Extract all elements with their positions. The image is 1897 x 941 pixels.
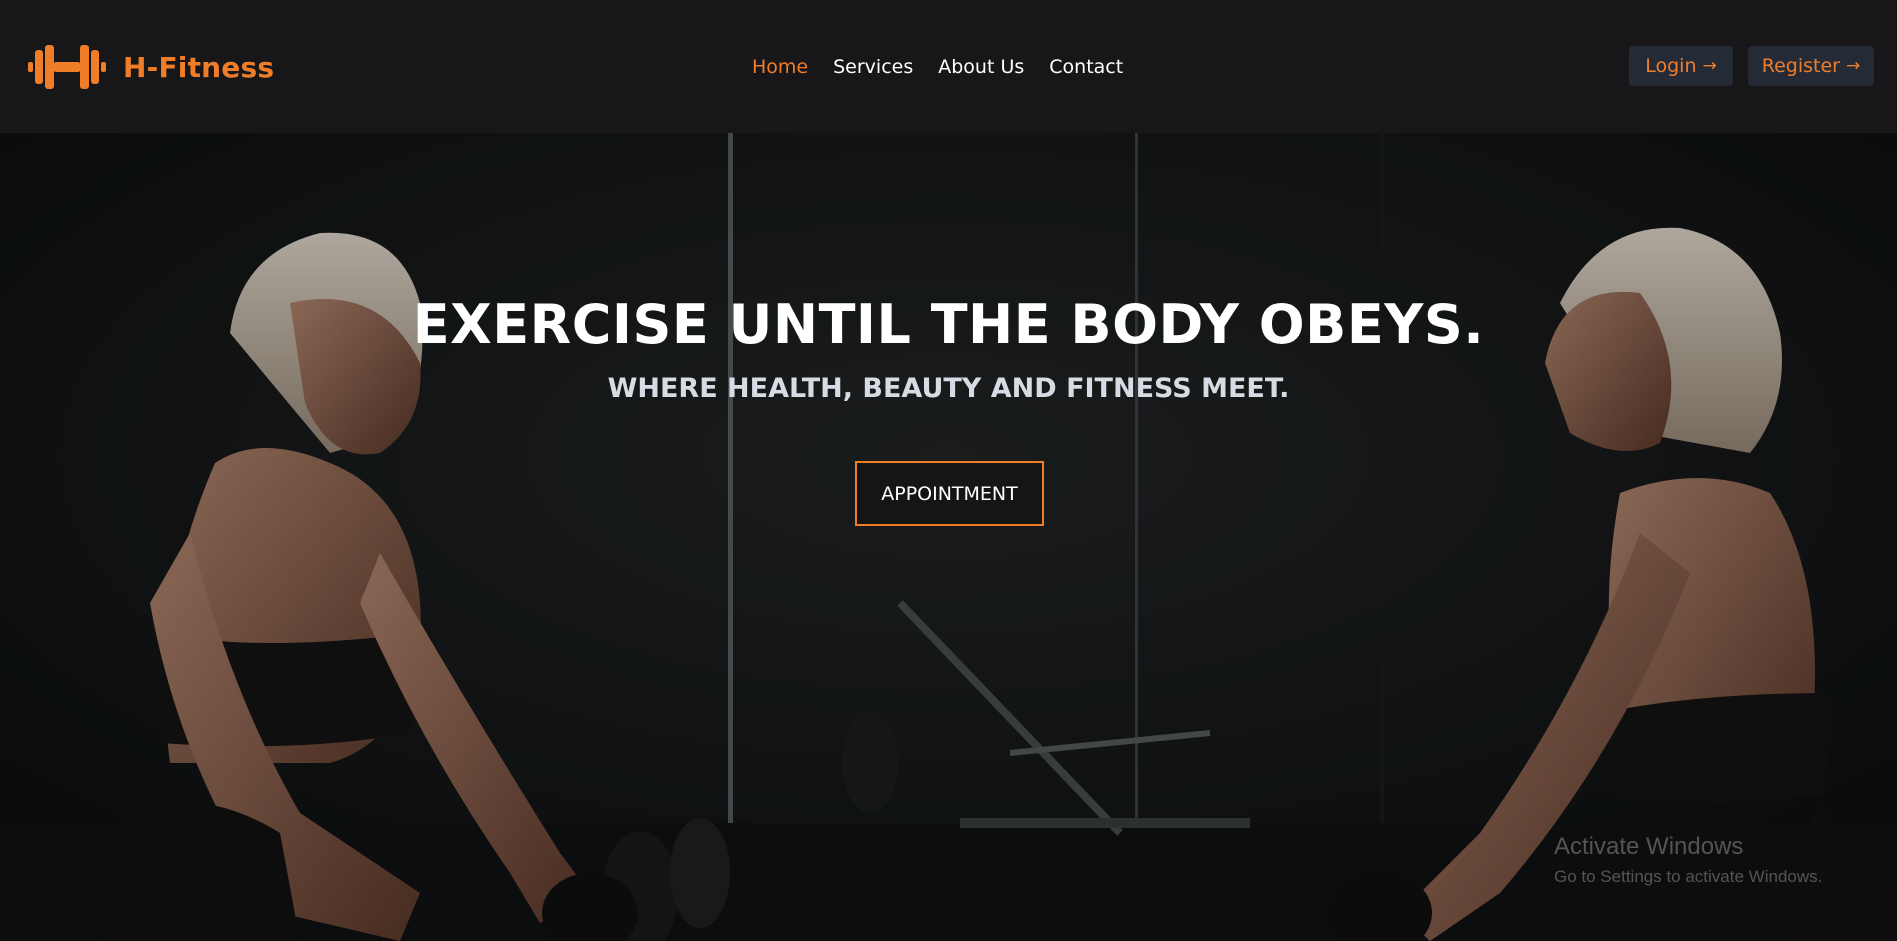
arrow-right-icon: → <box>1702 56 1717 76</box>
hero-section: EXERCISE UNTIL THE BODY OBEYS. WHERE HEA… <box>0 133 1897 941</box>
navbar: H-Fitness Home Services About Us Contact… <box>0 0 1897 133</box>
watermark-title: Activate Windows <box>1554 833 1744 860</box>
activate-windows-watermark: Activate Windows Go to Settings to activ… <box>1554 833 1822 887</box>
nav-item-services[interactable]: Services <box>833 56 913 78</box>
main-nav: Home Services About Us Contact <box>752 52 1123 82</box>
nav-item-contact[interactable]: Contact <box>1049 56 1123 78</box>
hero-background-image <box>0 133 1897 941</box>
nav-item-home[interactable]: Home <box>752 56 808 78</box>
hero-title: EXERCISE UNTIL THE BODY OBEYS. <box>412 293 1485 356</box>
dumbbell-icon <box>28 45 106 89</box>
login-button[interactable]: Login → <box>1629 46 1733 86</box>
nav-item-about-us[interactable]: About Us <box>938 56 1024 78</box>
arrow-right-icon: → <box>1845 56 1861 76</box>
register-button[interactable]: Register → <box>1748 46 1874 86</box>
watermark-subtitle: Go to Settings to activate Windows. <box>1554 867 1823 886</box>
login-label: Login <box>1645 55 1697 77</box>
brand-logo-link[interactable]: H-Fitness <box>27 45 274 89</box>
register-label: Register <box>1761 55 1840 77</box>
appointment-button[interactable]: APPOINTMENT <box>855 461 1044 526</box>
brand-name: H-Fitness <box>123 50 275 84</box>
hero-subtitle: WHERE HEALTH, BEAUTY AND FITNESS MEET. <box>607 373 1290 404</box>
